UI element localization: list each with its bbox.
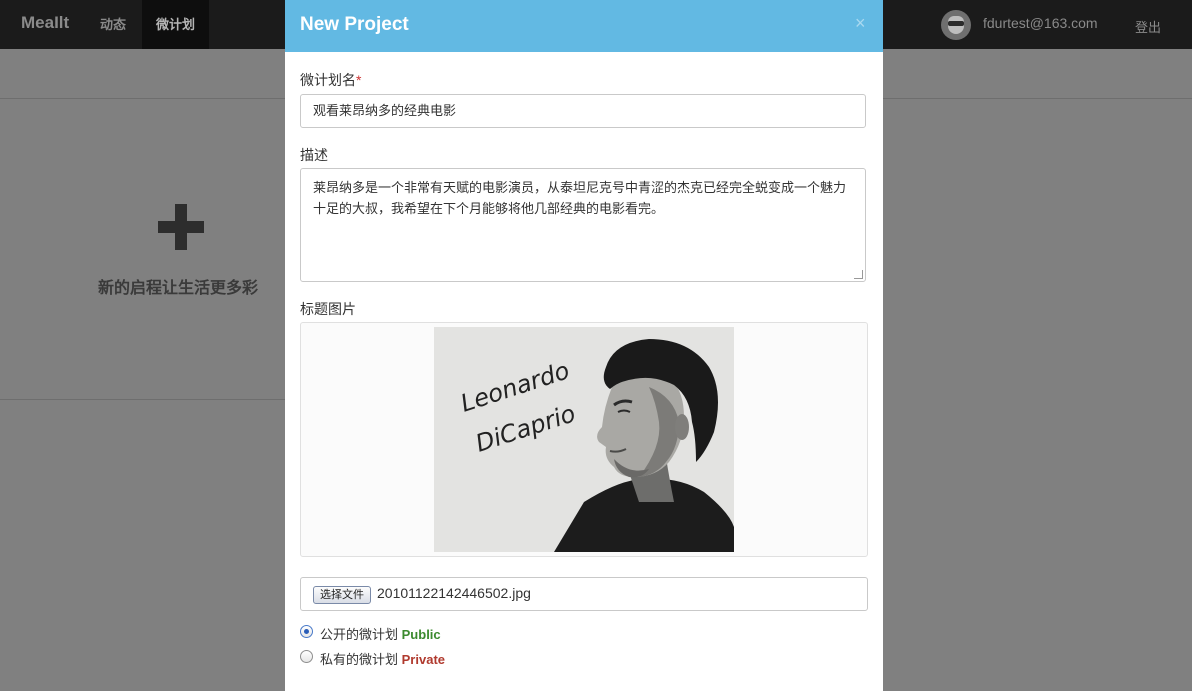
radio-public-label: 公开的微计划 Public [320,627,441,642]
new-project-modal: New Project × 微计划名* 观看莱昂纳多的经典电影 描述 莱昂纳多是… [285,0,883,691]
logout-link[interactable]: 登出 [1135,17,1161,36]
public-tag: Public [401,627,441,642]
radio-public[interactable] [300,625,313,638]
description-textarea[interactable]: 莱昂纳多是一个非常有天赋的电影演员，从泰坦尼克号中青涩的杰克已经完全蜕变成一个魅… [300,168,866,282]
nav-item-activity[interactable]: 动态 [86,0,140,49]
nav-item-micro-plan[interactable]: 微计划 [142,0,210,49]
avatar-glasses-icon [948,21,964,26]
file-input: 选择文件 20101122142446502.jpg [300,577,868,611]
portrait-image: Leonardo DiCaprio [434,327,734,552]
title-image-preview: Leonardo DiCaprio [434,327,734,552]
choose-file-button[interactable]: 选择文件 [313,586,371,604]
desc-label: 描述 [300,147,328,163]
description-text: 莱昂纳多是一个非常有天赋的电影演员，从泰坦尼克号中青涩的杰克已经完全蜕变成一个魅… [313,180,847,216]
plus-icon [158,204,204,250]
file-name: 20101122142446502.jpg [377,585,531,601]
close-icon[interactable]: × [855,13,866,34]
radio-private-label: 私有的微计划 Private [320,652,446,667]
avatar[interactable] [941,10,971,40]
name-label: 微计划名* [300,72,362,88]
modal-title: New Project [300,14,409,35]
plan-name-input[interactable]: 观看莱昂纳多的经典电影 [300,94,866,128]
brand-logo[interactable]: MeaIlt [21,13,69,33]
modal-header: New Project × [285,0,883,52]
required-mark: * [356,72,362,88]
resize-handle-icon[interactable] [854,270,863,279]
image-preview-box: Leonardo DiCaprio [300,322,868,557]
private-tag: Private [401,652,446,667]
image-label: 标题图片 [300,301,356,317]
radio-private[interactable] [300,650,313,663]
new-plan-card-text: 新的启程让生活更多彩 [98,280,259,297]
user-email[interactable]: fdurtest@163.com [983,15,1098,31]
